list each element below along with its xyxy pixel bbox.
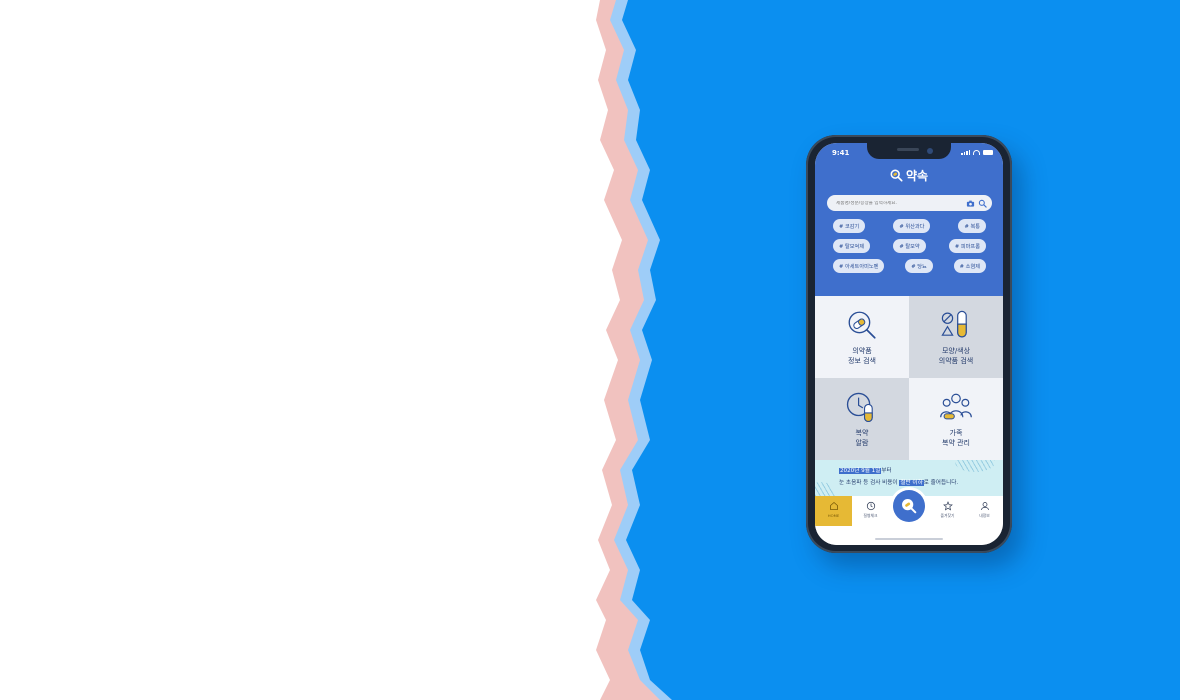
hashtag-chip[interactable]: # 복통 — [958, 219, 986, 233]
tab-favorites[interactable]: 즐겨찾기 — [929, 496, 966, 526]
hashtag-chip[interactable]: # 피마프롬 — [948, 239, 986, 253]
menu-shape-color-search[interactable]: 모양/색상 의약품 검색 — [909, 296, 1003, 378]
menu-family-management[interactable]: 가족 복약 관리 — [909, 378, 1003, 460]
phone-device: 9:41 약속 제품명/성분/증상을 입력하세요. # 코감기 # 위산과다 #… — [806, 135, 1012, 553]
banner-decoration — [955, 460, 995, 472]
menu-grid: 의약품 정보 검색 모양/색상 의약품 검색 복약 알람 가족 복약 관리 — [815, 296, 1003, 460]
pill-magnifier-icon — [848, 311, 876, 339]
pill-magnifier-icon — [902, 499, 917, 514]
status-icons — [961, 150, 993, 155]
star-icon — [942, 501, 953, 511]
menu-medication-alarm[interactable]: 복약 알람 — [815, 378, 909, 460]
search-icon[interactable] — [978, 199, 987, 208]
hashtag-chip[interactable]: # 탈모억제 — [833, 239, 871, 253]
menu-label: 복약 알람 — [855, 429, 869, 447]
hashtag-chip[interactable]: # 탈모약 — [893, 239, 926, 253]
app-logo: 약속 — [815, 167, 1003, 184]
hashtag-row: # 탈모억제 # 탈모약 # 피마프롬 — [827, 239, 992, 253]
hashtag-chip[interactable]: # 코감기 — [833, 219, 866, 233]
clock-icon — [866, 501, 875, 511]
family-icon — [940, 393, 972, 420]
tab-profile[interactable]: 내정보 — [966, 496, 1003, 526]
banner-decoration — [815, 482, 835, 496]
home-indicator — [875, 538, 943, 540]
user-icon — [980, 502, 989, 511]
banner-line-1: 2020년 9월 1일부터 — [839, 468, 892, 474]
logo-magnifier-icon — [890, 169, 903, 182]
signal-icon — [961, 150, 970, 155]
menu-drug-info-search[interactable]: 의약품 정보 검색 — [815, 296, 909, 378]
menu-label: 가족 복약 관리 — [942, 429, 970, 447]
home-icon — [829, 501, 838, 510]
menu-label: 의약품 정보 검색 — [848, 347, 876, 365]
tab-check[interactable]: 질병체크 — [852, 496, 889, 526]
search-bar[interactable] — [827, 195, 992, 211]
menu-label: 모양/색상 의약품 검색 — [938, 347, 974, 365]
front-camera — [927, 148, 933, 154]
search-input[interactable] — [836, 200, 963, 206]
center-search-button[interactable] — [893, 490, 925, 522]
banner-line-2: 눈 초음파 등 검사 비용이 절반 이하로 줄어듭니다. — [839, 480, 959, 486]
tab-home[interactable]: HOME — [815, 496, 852, 526]
hashtag-row: # 아세트아미노펜 # 당뇨 # 소염제 — [827, 259, 992, 273]
phone-notch — [867, 143, 951, 159]
hashtag-chip[interactable]: # 위산과다 — [893, 219, 931, 233]
app-name: 약속 — [905, 169, 929, 183]
hashtag-list: # 코감기 # 위산과다 # 복통 # 탈모억제 # 탈모약 # 피마프롬 # … — [827, 219, 992, 279]
status-time: 9:41 — [832, 149, 850, 157]
bottom-tab-bar: HOME 질병체크 즐겨찾기 내정보 — [815, 490, 1003, 545]
phone-screen: 9:41 약속 제품명/성분/증상을 입력하세요. # 코감기 # 위산과다 #… — [815, 143, 1003, 545]
camera-icon[interactable] — [966, 199, 975, 208]
wifi-icon — [973, 150, 980, 155]
hashtag-chip[interactable]: # 소염제 — [953, 259, 986, 273]
header-area: 9:41 약속 제품명/성분/증상을 입력하세요. # 코감기 # 위산과다 #… — [815, 143, 1003, 296]
hashtag-row: # 코감기 # 위산과다 # 복통 — [827, 219, 992, 233]
speaker-grille — [897, 148, 919, 151]
battery-icon — [983, 150, 993, 155]
pill-shapes-icon — [941, 310, 967, 338]
clock-pill-icon — [846, 392, 873, 423]
hashtag-chip[interactable]: # 당뇨 — [905, 259, 933, 273]
hashtag-chip[interactable]: # 아세트아미노펜 — [833, 259, 885, 273]
